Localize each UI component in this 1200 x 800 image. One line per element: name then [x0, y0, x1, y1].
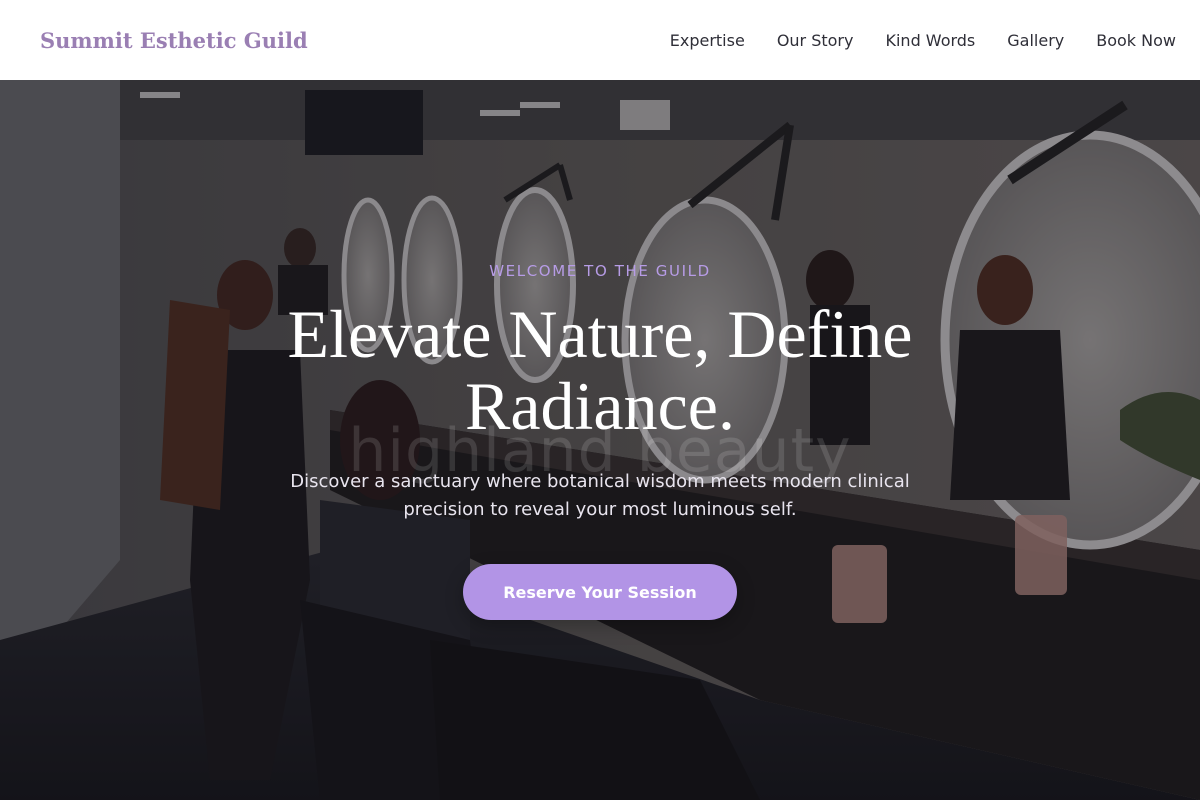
hero-content: highland beauty WELCOME TO THE GUILD Ele…	[0, 80, 1200, 800]
hero-eyebrow: WELCOME TO THE GUILD	[489, 262, 711, 280]
hero-headline-line1: Elevate Nature, Define	[287, 296, 913, 372]
hero-headline-line2: Radiance.	[465, 368, 735, 444]
brand-logo[interactable]: Summit Esthetic Guild	[40, 28, 308, 53]
nav-link-kind-words[interactable]: Kind Words	[885, 31, 975, 50]
hero-section: highland beauty WELCOME TO THE GUILD Ele…	[0, 80, 1200, 800]
main-nav: Expertise Our Story Kind Words Gallery B…	[670, 31, 1176, 50]
nav-link-gallery[interactable]: Gallery	[1007, 31, 1064, 50]
nav-link-book-now[interactable]: Book Now	[1096, 31, 1176, 50]
reserve-session-button[interactable]: Reserve Your Session	[463, 564, 737, 620]
site-header: Summit Esthetic Guild Expertise Our Stor…	[0, 0, 1200, 80]
hero-subtext: Discover a sanctuary where botanical wis…	[290, 471, 910, 520]
hero-headline: Elevate Nature, Define Radiance.	[250, 298, 950, 442]
nav-link-expertise[interactable]: Expertise	[670, 31, 745, 50]
nav-link-our-story[interactable]: Our Story	[777, 31, 854, 50]
